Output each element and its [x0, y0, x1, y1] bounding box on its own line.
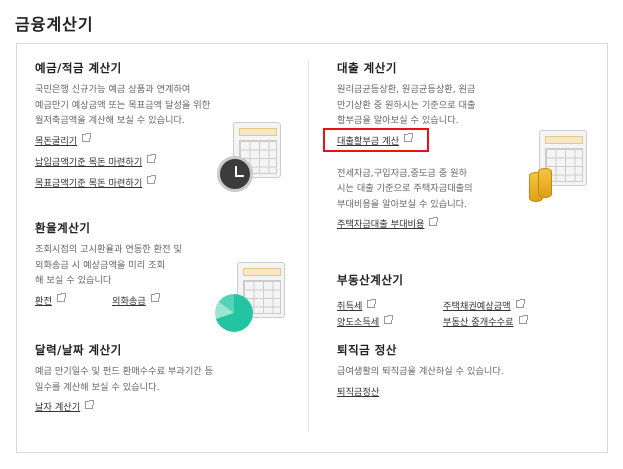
- loan-title: 대출 계산기: [337, 61, 397, 75]
- link-overseas-remittance[interactable]: 외화송금: [112, 294, 146, 310]
- column-divider: [308, 60, 309, 432]
- realestate-link-cell-3: 양도소득세: [337, 310, 394, 331]
- loan-link-row-2: 주택자금대출 부대비용: [337, 212, 527, 233]
- deposit-desc-2: 예금만기 예상금액 또는 목표금액 달성을 위한: [35, 99, 211, 111]
- page-title: 금융계산기: [15, 15, 94, 34]
- exchange-link-row: 환전 외화송금: [35, 289, 235, 310]
- realestate-link-cell-4: 부동산 중개수수료: [443, 310, 528, 331]
- deposit-link-row-2: 납입금액기준 목돈 마련하기: [35, 150, 235, 171]
- link-exchange[interactable]: 환전: [35, 294, 52, 310]
- loan-desc2-3: 부대비용을 알아보실 수 있습니다.: [337, 198, 468, 210]
- link-payment-based[interactable]: 납입금액기준 목돈 마련하기: [35, 155, 142, 171]
- external-link-icon: [147, 175, 157, 184]
- deposit-desc-3: 월저축금액을 계산해 보실 수 있습니다.: [35, 115, 185, 126]
- calculator-panel: 예금/적금 계산기 국민은행 신규가능 예금 상품과 연계하여 예금만기 예상금…: [16, 43, 608, 453]
- highlight-box: [323, 128, 429, 152]
- external-link-icon: [56, 293, 66, 302]
- loan-desc-3: 할부금을 알아보실 수 있습니다.: [337, 115, 459, 126]
- exchange-desc-2: 외화송금 시 예상금액을 미리 조회: [35, 259, 166, 271]
- external-link-icon: [518, 314, 528, 324]
- clock-icon: [217, 156, 253, 192]
- link-housing-loan-costs[interactable]: 주택자금대출 부대비용: [337, 217, 424, 233]
- deposit-link-row-3: 목표금액기준 목돈 마련하기: [35, 171, 235, 192]
- external-link-icon: [384, 314, 394, 324]
- deposit-title: 예금/적금 계산기: [35, 61, 122, 75]
- external-link-icon: [150, 293, 160, 302]
- exchange-desc-1: 조회시점의 고시환율과 연동한 환전 및: [35, 244, 182, 255]
- external-link-icon: [429, 216, 439, 226]
- severance-title: 퇴직금 정산: [337, 343, 397, 357]
- external-link-icon: [515, 298, 525, 308]
- calendar-desc-1: 예금 만기일수 및 펀드 환매수수료 부과기간 등: [35, 366, 214, 377]
- calendar-section: 달력/날짜 계산기 예금 만기일수 및 펀드 환매수수료 부과기간 등 일수를 …: [35, 342, 275, 416]
- pie-chart-icon: [215, 294, 253, 332]
- exchange-desc-3: 해 보실 수 있습니다: [35, 275, 112, 286]
- external-link-icon: [85, 399, 95, 409]
- loan-desc2-1: 전세자금,구입자금,중도금 중 원하: [337, 167, 468, 179]
- exchange-title: 환율계산기: [35, 221, 91, 235]
- exchange-section: 환율계산기 조회시점의 고시환율과 연동한 환전 및 외화송금 시 예상금액을 …: [35, 220, 235, 310]
- loan-desc-1: 원리금균등상환, 원금균등상환, 원금: [337, 84, 476, 95]
- deposit-link-row-1: 목돈굴리기: [35, 129, 235, 150]
- calendar-title: 달력/날짜 계산기: [35, 343, 122, 357]
- link-capital-gains-tax[interactable]: 양도소득세: [337, 315, 379, 331]
- severance-desc-1: 급여생활의 퇴직금을 계산하실 수 있습니다.: [337, 366, 504, 377]
- calendar-desc-2: 일수를 계산해 보실 수 있습니다.: [35, 381, 160, 393]
- link-lump-sum[interactable]: 목돈굴리기: [35, 134, 77, 150]
- external-link-icon: [367, 298, 377, 308]
- deposit-desc-1: 국민은행 신규가능 예금 상품과 연계하여: [35, 84, 191, 95]
- link-severance-settlement[interactable]: 퇴직금정산: [337, 385, 379, 401]
- severance-link-row: 퇴직금정산: [337, 380, 577, 401]
- link-brokerage-fee[interactable]: 부동산 중개수수료: [443, 315, 514, 331]
- loan-desc2-2: 시는 대출 기준으로 주택자금대출의: [337, 183, 473, 194]
- coins-icon: [529, 168, 552, 202]
- realestate-section: 부동산계산기 취득세 주택채권예상금액 양도소득세 부동산 중개수수료: [337, 272, 597, 328]
- calendar-link-row: 날자 계산기: [35, 395, 275, 416]
- realestate-links: 취득세 주택채권예상금액 양도소득세 부동산 중개수수료: [337, 294, 597, 328]
- link-date-calculator[interactable]: 날자 계산기: [35, 400, 80, 416]
- deposit-section: 예금/적금 계산기 국민은행 신규가능 예금 상품과 연계하여 예금만기 예상금…: [35, 60, 235, 192]
- severance-section: 퇴직금 정산 급여생활의 퇴직금을 계산하실 수 있습니다. 퇴직금정산: [337, 342, 577, 401]
- realestate-title: 부동산계산기: [337, 273, 404, 287]
- loan-desc-2: 만기상환 중 원하시는 기준으로 대출: [337, 99, 476, 111]
- external-link-icon: [147, 154, 157, 163]
- external-link-icon: [82, 133, 92, 142]
- link-target-based[interactable]: 목표금액기준 목돈 마련하기: [35, 176, 142, 192]
